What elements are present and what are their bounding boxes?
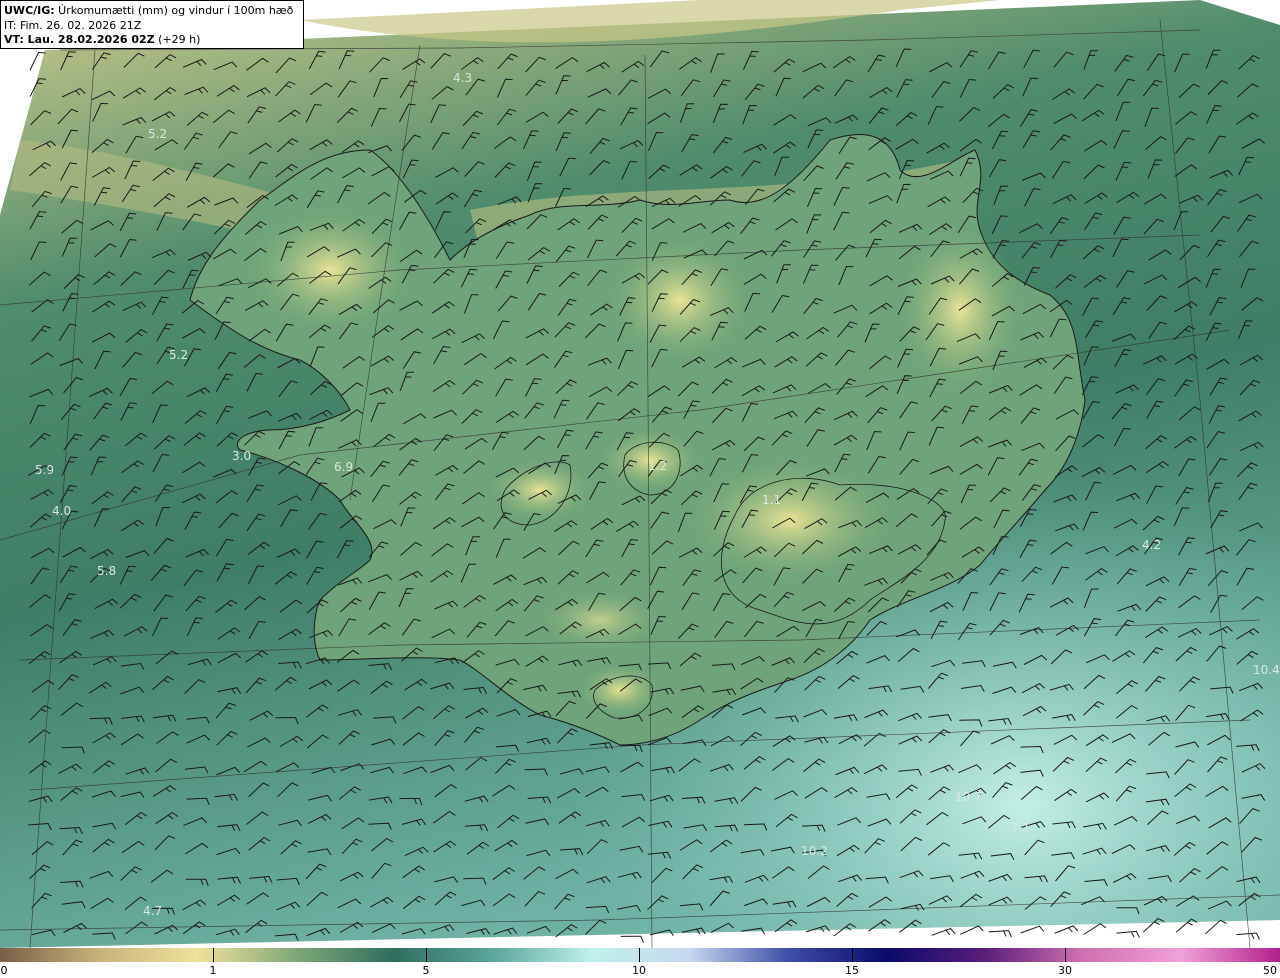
colorbar-tick: 0	[0, 964, 8, 977]
product-code: UWC/IG:	[4, 4, 55, 17]
valid-time-line: VT: Lau. 28.02.2026 02Z (+29 h)	[4, 33, 300, 48]
value-label: 4.7	[143, 904, 162, 918]
value-label: 3.0	[232, 449, 251, 463]
colorbar: 0 1 5 10 15 30 50	[0, 948, 1280, 978]
forecast-hour: (+29 h)	[154, 33, 201, 46]
value-label: 1.2	[648, 459, 667, 473]
map-title-box: UWC/IG: Úrkomumætti (mm) og vindur í 100…	[0, 0, 304, 49]
value-label: 10.7	[955, 790, 982, 804]
value-label: 4.3	[453, 71, 472, 85]
value-label: 7.1	[1011, 821, 1030, 835]
value-label: 4.0	[52, 504, 71, 518]
colorbar-tick: 15	[845, 964, 859, 977]
precipitation-map: 4.3 5.2 5.2 5.9 4.0 5.8 3.0 6.9 4.2 10.7…	[0, 0, 1280, 948]
product-description: Úrkomumætti (mm) og vindur í 100m hæð	[54, 4, 294, 17]
valid-time: VT: Lau. 28.02.2026 02Z	[4, 33, 155, 46]
value-label: 5.2	[169, 348, 188, 362]
colorbar-strip	[0, 948, 1280, 962]
value-label: 5.2	[148, 127, 167, 141]
colorbar-tick: 50	[1263, 964, 1277, 977]
value-label: 10.4	[1253, 663, 1280, 677]
colorbar-tick: 5	[422, 964, 430, 977]
value-label: 4.2	[1142, 538, 1161, 552]
colorbar-tick: 10	[632, 964, 646, 977]
value-label: 1.1	[762, 493, 781, 507]
value-label: 5.8	[97, 564, 116, 578]
init-time: IT: Fim. 26. 02. 2026 21Z	[4, 18, 142, 32]
value-label: 10.2	[801, 844, 828, 858]
value-label: 5.9	[35, 463, 54, 477]
colorbar-tick: 30	[1058, 964, 1072, 977]
value-label: 6.9	[334, 460, 353, 474]
title-line: UWC/IG: Úrkomumætti (mm) og vindur í 100…	[4, 4, 300, 19]
colorbar-tick: 1	[209, 964, 217, 977]
